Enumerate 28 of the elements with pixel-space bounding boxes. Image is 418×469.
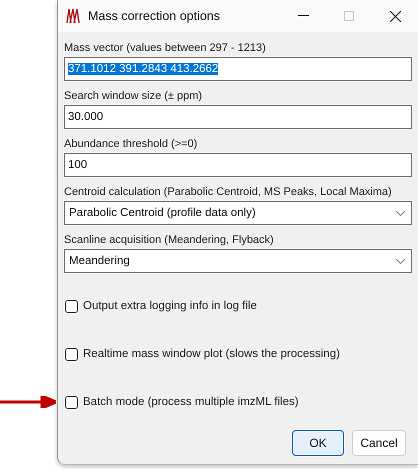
selected-text: 371.1012 391.2843 413.2662 [68,63,218,75]
chevron-down-icon [396,210,405,216]
minimize-icon [298,15,308,17]
field-value: 100 [68,159,88,171]
checkbox[interactable] [65,300,78,312]
input-field[interactable]: 30.000 [64,105,412,129]
ok-button[interactable]: OK [292,430,344,456]
cancel-button[interactable]: Cancel [352,430,406,456]
app-logo-icon [66,8,80,24]
dropdown[interactable]: Parabolic Centroid (profile data only) [64,201,412,225]
checkbox-label: Realtime mass window plot (slows the processing) [83,348,340,360]
close-icon [390,10,400,22]
checkbox[interactable] [65,396,78,408]
field-label: Centroid calculation (Parabolic Centroid, MS Peaks, Local Maxima) [64,186,392,199]
field-label: Abundance threshold (>=0) [64,138,198,151]
input-field[interactable]: 371.1012 391.2843 413.2662 [64,57,412,81]
field-label: Search window size (± ppm) [64,90,202,103]
input-field[interactable]: 100 [64,153,412,177]
maximize-icon [344,11,354,21]
checkbox-label: Batch mode (process multiple imzML files) [83,396,299,408]
field-value: 30.000 [68,111,104,123]
field-label: Mass vector (values between 297 - 1213) [64,42,266,55]
checkbox[interactable] [65,348,78,360]
chevron-down-icon [396,258,405,264]
field-label: Scanline acquisition (Meandering, Flyback) [64,234,274,247]
checkbox-label: Output extra logging info in log file [83,300,257,312]
dropdown[interactable]: Meandering [64,249,412,273]
window-title: Mass correction options [88,9,222,23]
